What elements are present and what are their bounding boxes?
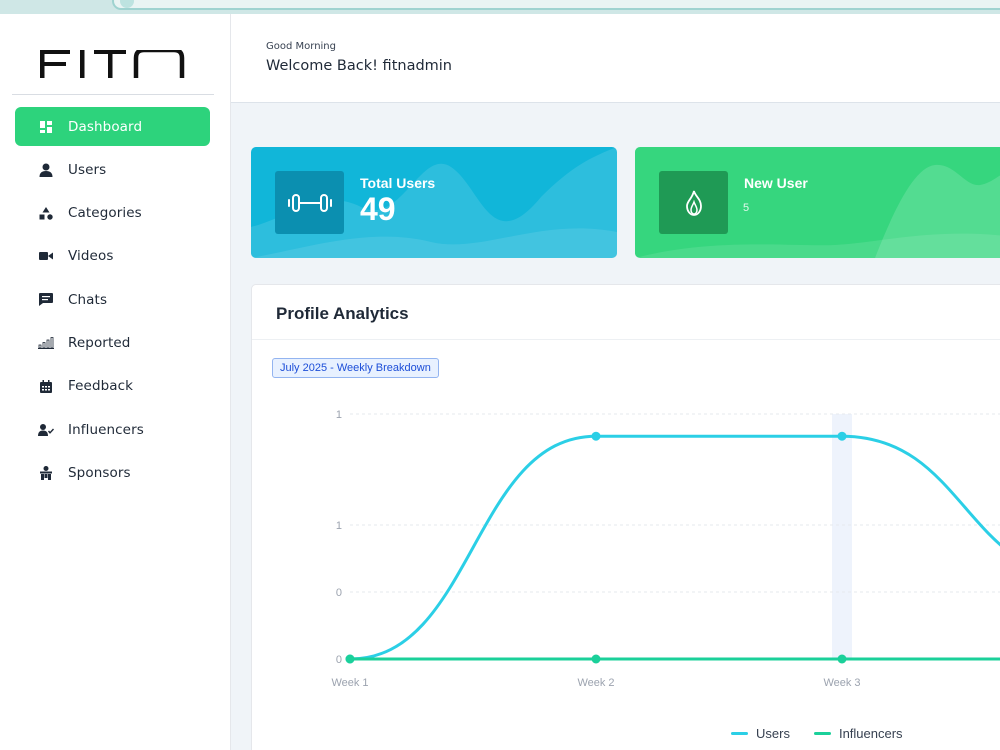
sidebar-item-dashboard[interactable]: Dashboard: [15, 107, 210, 146]
series-line-users: [349, 434, 1000, 661]
chat-icon: [38, 292, 54, 308]
y-tick-label: 0: [336, 654, 342, 666]
data-point-influencers: [591, 654, 601, 664]
sidebar-item-label: Sponsors: [68, 464, 131, 481]
x-tick-label: Week 3: [823, 677, 860, 689]
total-users-card[interactable]: Total Users 49: [251, 147, 617, 258]
y-tick-label: 1: [336, 520, 342, 532]
categories-icon: [38, 205, 54, 221]
sidebar-item-label: Users: [68, 161, 107, 178]
sidebar-item-label: Chats: [68, 291, 108, 308]
video-icon: [38, 248, 54, 264]
sidebar-item-sponsors[interactable]: Sponsors: [15, 453, 210, 492]
new-user-value: 5: [743, 202, 750, 214]
sidebar-item-label: Reported: [68, 334, 131, 351]
address-bar[interactable]: [112, 0, 1000, 10]
total-users-title: Total Users: [360, 175, 436, 191]
legend-label-users: Users: [756, 726, 790, 741]
data-point-influencers: [345, 654, 355, 664]
calendar-icon: [38, 378, 54, 394]
sponsor-icon: [38, 465, 54, 481]
sidebar-item-label: Dashboard: [68, 118, 143, 135]
sidebar-item-chats[interactable]: Chats: [15, 280, 210, 319]
legend-label-influencers: Influencers: [838, 726, 903, 741]
logo-divider: [12, 94, 214, 95]
sidebar-item-reported[interactable]: Reported: [15, 323, 210, 362]
x-tick-label: Week 1: [331, 677, 368, 689]
total-users-value: 49: [360, 191, 396, 227]
legend-item-users[interactable]: Users: [731, 726, 790, 741]
y-tick-label: 1: [336, 409, 342, 421]
y-tick-label: 0: [336, 587, 342, 599]
sidebar-item-feedback[interactable]: Feedback: [15, 367, 210, 406]
sidebar-item-videos[interactable]: Videos: [15, 237, 210, 276]
legend-item-influencers[interactable]: Influencers: [813, 726, 903, 741]
data-point-influencers: [837, 654, 847, 664]
sidebar-item-label: Feedback: [68, 378, 134, 395]
top-header: Good Morning Welcome Back! fitnadmin: [231, 14, 1000, 103]
dashboard-icon: [38, 119, 54, 135]
sidebar: Dashboard Users Categories Videos Chats: [0, 14, 231, 750]
user-check-icon: [38, 422, 54, 438]
fitn-logo: [40, 50, 185, 78]
new-user-card[interactable]: New User 5: [635, 147, 1000, 258]
sidebar-item-label: Categories: [68, 205, 142, 222]
bar-chart-icon: [38, 335, 54, 351]
sidebar-item-influencers[interactable]: Influencers: [15, 410, 210, 449]
flame-icon: [659, 171, 728, 234]
legend-swatch-influencers: [813, 732, 831, 735]
sidebar-nav: Dashboard Users Categories Videos Chats: [15, 107, 210, 497]
profile-analytics-chart: 0 0 1 1 Week 1 Week 2 Week 3: [331, 409, 1000, 689]
user-icon: [38, 162, 54, 178]
dumbbell-icon: [275, 171, 344, 234]
legend-swatch-users: [731, 732, 748, 735]
panel-title: Profile Analytics: [276, 304, 409, 323]
sidebar-item-label: Videos: [68, 248, 114, 265]
new-user-title: New User: [744, 175, 808, 191]
data-point-users: [591, 431, 601, 441]
data-point-users: [837, 431, 847, 441]
sidebar-item-users[interactable]: Users: [15, 150, 210, 189]
greeting-text: Good Morning: [266, 41, 336, 52]
period-badge[interactable]: July 2025 - Weekly Breakdown: [272, 358, 439, 378]
panel-divider: [252, 339, 1000, 340]
x-tick-label: Week 2: [577, 677, 614, 689]
sidebar-item-label: Influencers: [68, 421, 144, 438]
welcome-text: Welcome Back! fitnadmin: [266, 58, 453, 74]
hover-highlight-band: [832, 414, 852, 659]
browser-top-strip: [0, 0, 1000, 14]
chart-legend: Users Influencers: [731, 726, 927, 741]
sidebar-item-categories[interactable]: Categories: [15, 194, 210, 233]
address-bar-indicator-icon: [120, 0, 134, 8]
